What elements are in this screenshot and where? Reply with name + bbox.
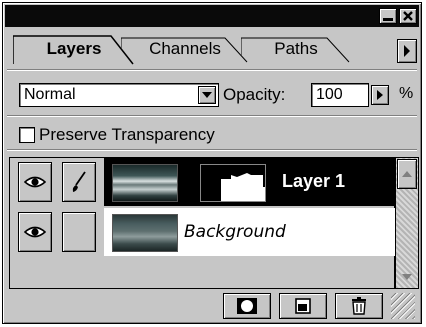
brush-icon[interactable] bbox=[62, 162, 96, 202]
divider bbox=[7, 69, 417, 71]
layer-item-selected[interactable]: Layer 1 bbox=[104, 158, 396, 206]
resize-grip-icon[interactable] bbox=[391, 293, 415, 319]
preserve-transparency-checkbox[interactable] bbox=[19, 127, 35, 143]
tab-paths[interactable]: Paths bbox=[241, 35, 351, 63]
tab-channels[interactable]: Channels bbox=[121, 35, 249, 63]
tab-layers[interactable]: Layers bbox=[13, 35, 135, 65]
divider bbox=[7, 115, 417, 117]
chevron-down-icon[interactable] bbox=[198, 86, 216, 104]
opacity-unit: % bbox=[399, 85, 414, 102]
opacity-input[interactable]: 100 bbox=[311, 83, 369, 107]
layer-row[interactable]: Layer 1 bbox=[10, 158, 396, 206]
layer-list: Layer 1 Background bbox=[9, 157, 396, 289]
add-mask-icon[interactable] bbox=[223, 293, 271, 319]
blend-mode-select[interactable]: Normal bbox=[19, 83, 219, 107]
layer-thumbnail bbox=[112, 214, 178, 252]
layer-row[interactable]: Background bbox=[10, 208, 396, 256]
opacity-label: Opacity: bbox=[223, 85, 286, 104]
layer-thumbnail bbox=[112, 164, 178, 202]
divider bbox=[7, 149, 417, 151]
eye-icon[interactable] bbox=[18, 212, 52, 252]
opacity-slider-arrow-icon[interactable] bbox=[371, 85, 389, 105]
eye-icon[interactable] bbox=[18, 162, 52, 202]
layer-name: Background bbox=[184, 222, 286, 242]
layers-palette: Paths Channels Layers Normal Opacity: 10… bbox=[2, 2, 422, 324]
palette-footer bbox=[7, 293, 417, 321]
new-layer-icon[interactable] bbox=[279, 293, 327, 319]
close-icon[interactable] bbox=[399, 8, 417, 24]
layer-name: Layer 1 bbox=[282, 171, 346, 191]
preserve-transparency-label: Preserve Transparency bbox=[39, 125, 215, 144]
layer-mask-thumbnail[interactable] bbox=[200, 164, 266, 202]
scroll-down-icon[interactable] bbox=[397, 267, 417, 287]
blend-mode-value: Normal bbox=[24, 86, 76, 103]
scroll-up-icon[interactable] bbox=[397, 159, 417, 189]
layer-list-scrollbar[interactable] bbox=[395, 157, 419, 289]
menu-arrow-icon[interactable] bbox=[397, 39, 417, 63]
palette-title-bar[interactable] bbox=[5, 5, 419, 27]
trash-icon[interactable] bbox=[335, 293, 383, 319]
palette-tabs: Paths Channels Layers bbox=[9, 35, 399, 65]
link-cell-empty[interactable] bbox=[62, 212, 96, 252]
layer-item[interactable]: Background bbox=[104, 208, 396, 256]
minimize-icon[interactable] bbox=[379, 8, 397, 24]
